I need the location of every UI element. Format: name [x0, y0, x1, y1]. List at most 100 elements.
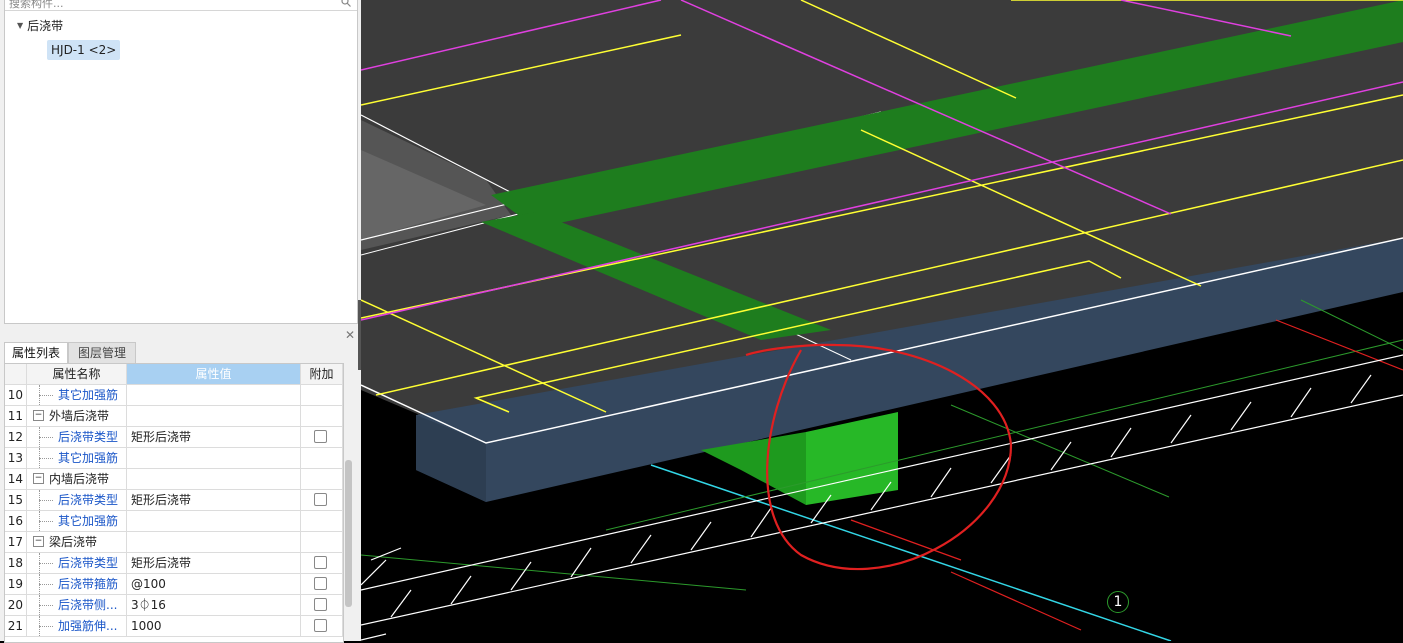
property-name-cell: 其它加强筋: [27, 511, 127, 531]
tree-guide-line: [39, 626, 53, 627]
search-box[interactable]: 搜索构件...: [5, 0, 357, 11]
model-scene: [361, 0, 1403, 641]
extra-checkbox[interactable]: [314, 493, 327, 506]
3d-viewport[interactable]: 3000 3 1: [361, 0, 1403, 641]
extra-checkbox[interactable]: [314, 619, 327, 632]
property-group-label: 外墙后浇带: [49, 409, 110, 423]
row-number: 19: [5, 574, 27, 594]
left-panel: 搜索构件... ▼ 后浇带 HJD-1 <2> ✕ 属性列表 图层管理 属性名称 …: [0, 0, 361, 643]
property-name-cell: 后浇带类型: [27, 427, 127, 447]
property-name-label[interactable]: 后浇带类型: [58, 490, 118, 510]
property-name-cell: 后浇带侧...: [27, 595, 127, 615]
property-scrollbar[interactable]: [345, 460, 352, 607]
tree-guide-line: [39, 437, 53, 438]
extra-checkbox[interactable]: [314, 430, 327, 443]
property-value-cell[interactable]: [127, 532, 301, 552]
property-group-row[interactable]: 11− 外墙后浇带: [5, 406, 343, 427]
header-property-name: 属性名称: [27, 364, 127, 384]
header-row-number: [5, 364, 27, 384]
property-value-cell[interactable]: 矩形后浇带: [127, 553, 301, 573]
property-row[interactable]: 21 加强筋伸... 1000: [5, 616, 343, 637]
property-value-cell[interactable]: [127, 469, 301, 489]
extra-cell: [301, 469, 343, 489]
extra-cell: [301, 385, 343, 405]
property-name-cell: − 梁后浇带: [27, 532, 127, 552]
extra-cell: [301, 511, 343, 531]
tab-property-list[interactable]: 属性列表: [4, 342, 68, 364]
row-number: 15: [5, 490, 27, 510]
tree-node-hjd-1[interactable]: HJD-1 <2>: [47, 40, 121, 60]
collapse-triangle-icon[interactable]: ▼: [17, 21, 23, 30]
property-value-cell[interactable]: @100: [127, 574, 301, 594]
search-icon[interactable]: [341, 0, 351, 7]
row-number: 18: [5, 553, 27, 573]
axis-bubble-1: 1: [1107, 591, 1129, 613]
property-row[interactable]: 20 后浇带侧... 3⏀16: [5, 595, 343, 616]
tab-layer-management[interactable]: 图层管理: [68, 342, 136, 364]
property-row[interactable]: 13 其它加强筋: [5, 448, 343, 469]
header-extra: 附加: [301, 364, 343, 384]
property-value-cell[interactable]: 矩形后浇带: [127, 427, 301, 447]
property-group-label: 内墙后浇带: [49, 472, 110, 486]
property-row[interactable]: 12 后浇带类型 矩形后浇带: [5, 427, 343, 448]
extra-cell: [301, 490, 343, 510]
row-number: 14: [5, 469, 27, 489]
extra-cell: [301, 574, 343, 594]
search-input[interactable]: 搜索构件...: [9, 0, 64, 10]
tree-guide-line: [39, 563, 53, 564]
extra-checkbox[interactable]: [314, 598, 327, 611]
axis-line-cyan: [650, 464, 1172, 641]
property-row[interactable]: 10 其它加强筋: [5, 385, 343, 406]
extra-cell: [301, 595, 343, 615]
property-name-cell: 其它加强筋: [27, 448, 127, 468]
property-name-label[interactable]: 后浇带侧...: [58, 595, 117, 615]
tree-guide-line: [39, 500, 53, 501]
property-name-label[interactable]: 后浇带类型: [58, 553, 118, 573]
property-value-cell[interactable]: [127, 385, 301, 405]
extra-checkbox[interactable]: [314, 556, 327, 569]
property-row[interactable]: 18 后浇带类型 矩形后浇带: [5, 553, 343, 574]
collapse-icon[interactable]: −: [33, 473, 44, 484]
component-tree-panel: 搜索构件... ▼ 后浇带 HJD-1 <2>: [4, 0, 358, 324]
extra-cell: [301, 427, 343, 447]
extra-cell: [301, 448, 343, 468]
property-name-label[interactable]: 加强筋伸...: [58, 616, 117, 636]
property-name-cell: 后浇带箍筋: [27, 574, 127, 594]
property-value-cell[interactable]: [127, 406, 301, 426]
extra-cell: [301, 532, 343, 552]
property-grid-header: 属性名称 属性值 附加: [5, 364, 343, 385]
property-name-cell: − 内墙后浇带: [27, 469, 127, 489]
property-row[interactable]: 19 后浇带箍筋 @100: [5, 574, 343, 595]
tree-guide-line: [39, 395, 53, 396]
property-name-cell: 后浇带类型: [27, 553, 127, 573]
row-number: 20: [5, 595, 27, 615]
property-value-cell[interactable]: 矩形后浇带: [127, 490, 301, 510]
property-group-label: 梁后浇带: [49, 535, 98, 549]
collapse-icon[interactable]: −: [33, 410, 44, 421]
property-value-cell[interactable]: 3⏀16: [127, 595, 301, 615]
property-name-cell: 加强筋伸...: [27, 616, 127, 636]
property-name-label[interactable]: 后浇带类型: [58, 427, 118, 447]
collapse-icon[interactable]: −: [33, 536, 44, 547]
property-name-label[interactable]: 其它加强筋: [58, 385, 118, 405]
row-number: 11: [5, 406, 27, 426]
row-number: 10: [5, 385, 27, 405]
row-number: 13: [5, 448, 27, 468]
property-value-cell[interactable]: 1000: [127, 616, 301, 636]
extra-checkbox[interactable]: [314, 577, 327, 590]
tree-node-post-pour-strip[interactable]: ▼ 后浇带: [17, 17, 63, 34]
property-row[interactable]: 15 后浇带类型 矩形后浇带: [5, 490, 343, 511]
tree-node-label: 后浇带: [27, 19, 64, 33]
property-name-label[interactable]: 其它加强筋: [58, 511, 118, 531]
close-icon[interactable]: ✕: [345, 328, 355, 342]
property-value-cell[interactable]: [127, 511, 301, 531]
property-value-cell[interactable]: [127, 448, 301, 468]
tree-guide-line: [39, 605, 53, 606]
property-grid: 属性名称 属性值 附加 10 其它加强筋 11− 外墙后浇带 12 后浇带类型 矩形后浇带 1…: [4, 363, 344, 643]
property-name-label[interactable]: 其它加强筋: [58, 448, 118, 468]
extra-cell: [301, 553, 343, 573]
property-row[interactable]: 16 其它加强筋: [5, 511, 343, 532]
property-group-row[interactable]: 17− 梁后浇带: [5, 532, 343, 553]
property-group-row[interactable]: 14− 内墙后浇带: [5, 469, 343, 490]
property-name-label[interactable]: 后浇带箍筋: [58, 574, 118, 594]
